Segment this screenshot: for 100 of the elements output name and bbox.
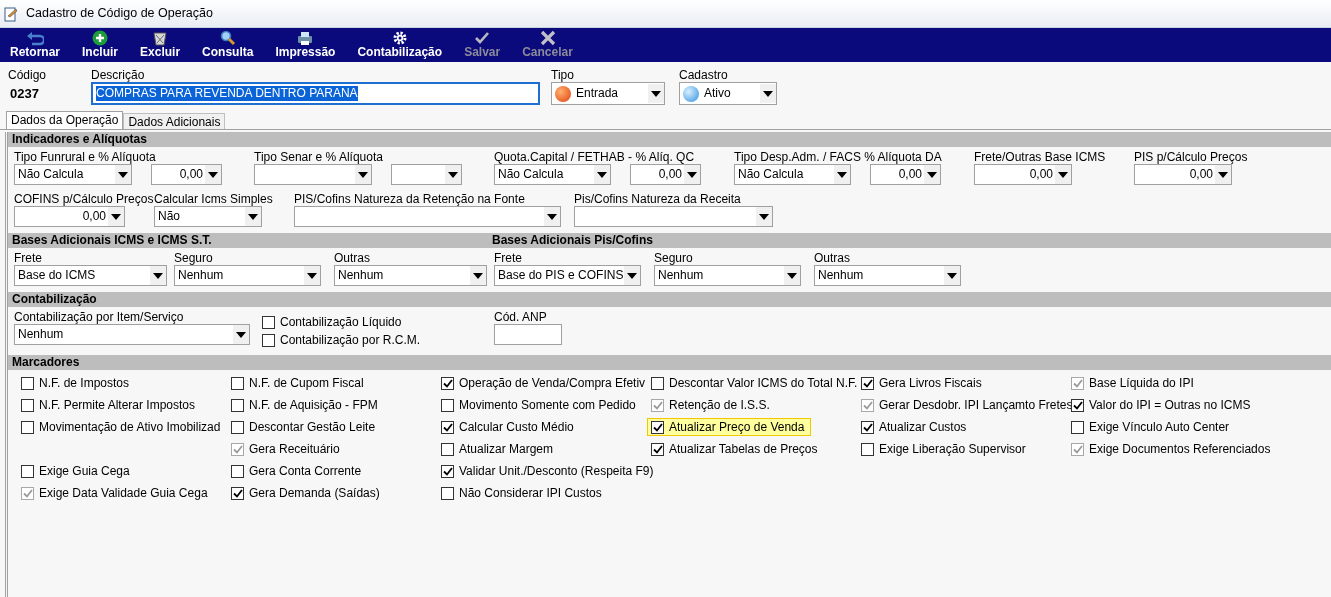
field-label: Calcular Icms Simples xyxy=(154,191,274,206)
checkbox-label: Exige Vínculo Auto Center xyxy=(1089,419,1230,435)
checkbox[interactable] xyxy=(231,398,244,412)
field-label: Descrição xyxy=(91,67,146,82)
toolbar-button[interactable]: Impressão xyxy=(271,28,340,62)
checkbox[interactable] xyxy=(441,420,454,434)
window-title: Cadastro de Código de Operação xyxy=(26,6,213,21)
dropdown[interactable]: Nenhum xyxy=(654,265,801,286)
checkbox-label: Base Líquida do IPI xyxy=(1089,375,1194,391)
checkbox-label: Movimento Somente com Pedido xyxy=(459,397,636,413)
number-field[interactable]: 0,00 xyxy=(14,206,125,227)
dropdown[interactable] xyxy=(391,164,462,185)
field-label: Quota.Capital / FETHAB - % Alíq. QC xyxy=(494,149,696,164)
checkbox[interactable] xyxy=(651,442,664,456)
field-label: Frete xyxy=(494,250,523,265)
plus-icon xyxy=(91,30,109,46)
checkbox-label: Operação de Venda/Compra Efetiv xyxy=(459,375,646,391)
checkbox-label: Contabilização Líquido xyxy=(280,314,402,330)
checkbox-label: Atualizar Tabelas de Preços xyxy=(669,441,818,457)
dropdown[interactable] xyxy=(254,164,372,185)
checkbox[interactable] xyxy=(262,333,275,347)
description-field[interactable]: COMPRAS PARA REVENDA DENTRO PARANA xyxy=(91,82,540,105)
checkbox-label: Movimentação de Ativo Imobilizad xyxy=(39,419,221,435)
code-value: 0237 xyxy=(9,85,40,102)
checkbox-label: Exige Data Validade Guia Cega xyxy=(39,485,208,501)
printer-icon xyxy=(296,30,315,46)
checkbox[interactable] xyxy=(861,442,874,456)
checkbox-label: Atualizar Preço de Venda xyxy=(669,419,805,435)
dropdown[interactable]: Base do PIS e COFINS xyxy=(494,265,641,286)
checkbox[interactable] xyxy=(231,486,244,500)
dropdown[interactable]: Nenhum xyxy=(14,324,250,345)
tab[interactable]: Dados da Operação xyxy=(6,111,124,129)
checkbox[interactable] xyxy=(861,420,874,434)
field-label: Outras xyxy=(814,250,851,265)
checkbox[interactable] xyxy=(231,376,244,390)
number-field[interactable]: 0,00 xyxy=(630,164,701,185)
checkbox-label: Exige Liberação Supervisor xyxy=(879,441,1026,457)
field-label: Pis/Cofins Natureza da Receita xyxy=(574,191,742,206)
tab[interactable]: Dados Adicionais xyxy=(123,113,226,129)
number-field[interactable]: 0,00 xyxy=(1134,164,1232,185)
checkbox[interactable] xyxy=(441,398,454,412)
field-label: Tipo Funrural e % Alíquota xyxy=(14,149,157,164)
checkbox[interactable] xyxy=(1071,398,1084,412)
checkbox-label: Gera Receituário xyxy=(249,441,340,457)
checkbox-label: Gera Conta Corrente xyxy=(249,463,362,479)
dropdown[interactable]: Entrada xyxy=(551,82,665,105)
dropdown[interactable]: Nenhum xyxy=(814,265,961,286)
checkbox[interactable] xyxy=(441,442,454,456)
field-label: Tipo Senar e % Alíquota xyxy=(254,149,384,164)
field-label: Seguro xyxy=(654,250,694,265)
dropdown[interactable]: Não Calcula xyxy=(494,164,611,185)
section-header: Marcadores xyxy=(8,355,1331,370)
field-label: COFINS p/Cálculo Preços xyxy=(14,191,154,206)
checkbox[interactable] xyxy=(231,420,244,434)
dropdown[interactable]: Não Calcula xyxy=(14,164,132,185)
dropdown[interactable]: Não xyxy=(154,206,262,227)
checkbox[interactable] xyxy=(651,376,664,390)
checkbox[interactable] xyxy=(861,376,874,390)
toolbar-button[interactable]: Incluir xyxy=(78,28,123,62)
section-header: Contabilização xyxy=(12,292,97,307)
checkbox[interactable] xyxy=(441,376,454,390)
checkbox-label: N.F. de Aquisição - FPM xyxy=(249,397,378,413)
dropdown[interactable] xyxy=(294,206,561,227)
dropdown[interactable]: Não Calcula xyxy=(734,164,851,185)
checkbox[interactable] xyxy=(1071,420,1084,434)
checkbox-label: Não Considerar IPI Custos xyxy=(459,485,602,501)
field-label: Contabilização por Item/Serviço xyxy=(14,309,185,324)
toolbar-button[interactable]: Consulta xyxy=(198,28,258,62)
checkbox-label: Atualizar Custos xyxy=(879,419,967,435)
checkbox[interactable] xyxy=(262,315,275,329)
number-field[interactable]: 0,00 xyxy=(151,164,222,185)
dropdown[interactable]: Nenhum xyxy=(334,265,487,286)
checkbox-label: Exige Guia Cega xyxy=(39,463,130,479)
dropdown[interactable]: Base do ICMS xyxy=(14,265,167,286)
dropdown[interactable]: Nenhum xyxy=(174,265,321,286)
toolbar-button[interactable]: Contabilização xyxy=(353,28,447,62)
checkbox[interactable] xyxy=(441,486,454,500)
dropdown[interactable]: Ativo xyxy=(679,82,777,105)
input-field[interactable] xyxy=(494,324,562,345)
checkbox[interactable] xyxy=(21,420,34,434)
checkbox-label: Exige Documentos Referenciados xyxy=(1089,441,1271,457)
toolbar-button[interactable]: Excluir xyxy=(136,28,185,62)
checkbox-label: N.F. de Cupom Fiscal xyxy=(249,375,364,391)
checkbox[interactable] xyxy=(231,464,244,478)
checkbox[interactable] xyxy=(441,464,454,478)
checkbox[interactable] xyxy=(21,376,34,390)
checkbox-label: Gera Livros Fiscais xyxy=(879,375,982,391)
checkbox[interactable] xyxy=(21,398,34,412)
field-label: Frete/Outras Base ICMS xyxy=(974,149,1107,164)
checkbox[interactable] xyxy=(651,420,664,434)
toolbar-button[interactable]: Retornar xyxy=(6,28,64,62)
dropdown[interactable] xyxy=(574,206,773,227)
close-icon xyxy=(538,30,557,46)
checkbox[interactable] xyxy=(21,464,34,478)
number-field[interactable]: 0,00 xyxy=(870,164,941,185)
number-field[interactable]: 0,00 xyxy=(974,164,1072,185)
field-label: Cód. ANP xyxy=(494,309,548,324)
checkbox-label: Contabilização por R.C.M. xyxy=(280,332,421,348)
checkbox-label: Gerar Desdobr. IPI Lançamto Fretes xyxy=(879,397,1073,413)
field-label: PIS p/Cálculo Preços xyxy=(1134,149,1249,164)
